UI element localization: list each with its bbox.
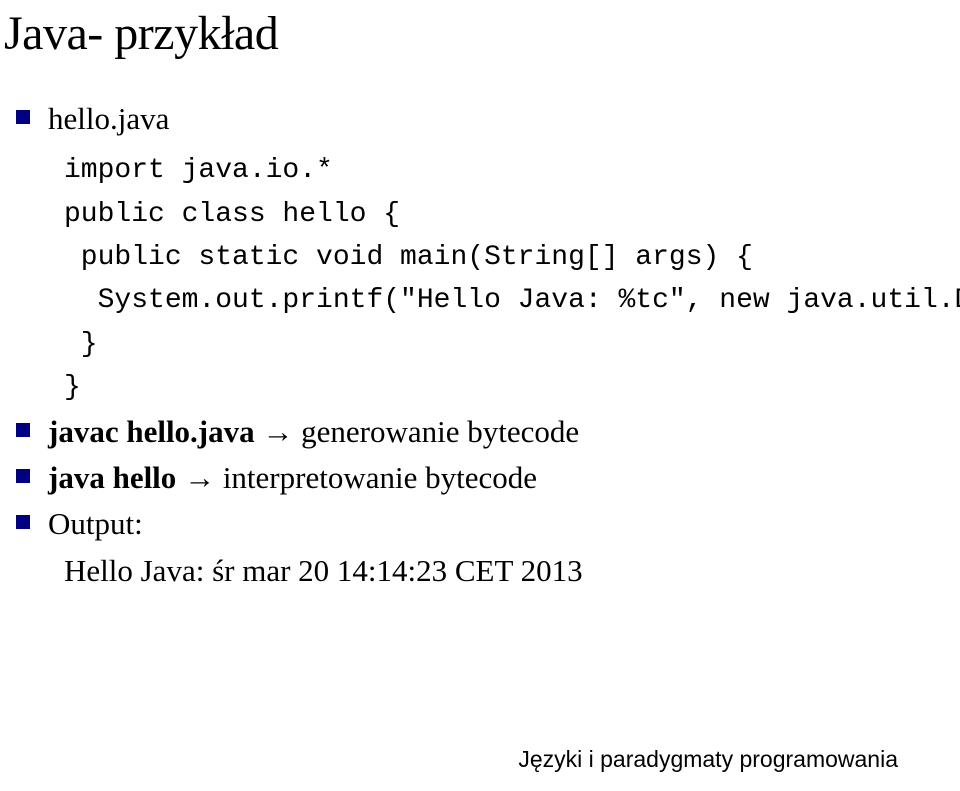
bullet-square-icon — [16, 469, 30, 483]
code-line: import java.io.* — [64, 155, 333, 186]
bullet-item: hello.java — [16, 99, 960, 139]
bullet-square-icon — [16, 423, 30, 437]
bullet-item: Output: — [16, 504, 960, 544]
code-line: public class hello { — [64, 199, 400, 230]
command-text: javac hello.java — [48, 414, 255, 449]
code-block: import java.io.* public class hello { pu… — [64, 149, 960, 409]
command-text: java hello — [48, 460, 176, 495]
description-text: → generowanie bytecode — [255, 414, 580, 449]
bullet-item: java hello → interpretowanie bytecode — [16, 458, 960, 498]
description-text: → interpretowanie bytecode — [176, 460, 537, 495]
bullet-item: javac hello.java → generowanie bytecode — [16, 412, 960, 452]
code-line: public static void main(String[] args) { — [64, 242, 753, 273]
bullet-text: javac hello.java → generowanie bytecode — [48, 412, 579, 452]
code-line: } — [64, 372, 81, 403]
output-line: Hello Java: śr mar 20 14:14:23 CET 2013 — [64, 551, 960, 591]
slide-title: Java- przykład — [4, 6, 960, 61]
code-line: System.out.printf("Hello Java: %tc", new… — [64, 285, 960, 316]
footer-text: Języki i paradygmaty programowania — [518, 746, 898, 773]
bullet-square-icon — [16, 515, 30, 529]
slide-content: hello.java import java.io.* public class… — [16, 99, 960, 591]
bullet-text: java hello → interpretowanie bytecode — [48, 458, 537, 498]
bullet-text: Output: — [48, 504, 143, 544]
bullet-text: hello.java — [48, 99, 169, 139]
code-line: } — [64, 329, 98, 360]
bullet-square-icon — [16, 110, 30, 124]
